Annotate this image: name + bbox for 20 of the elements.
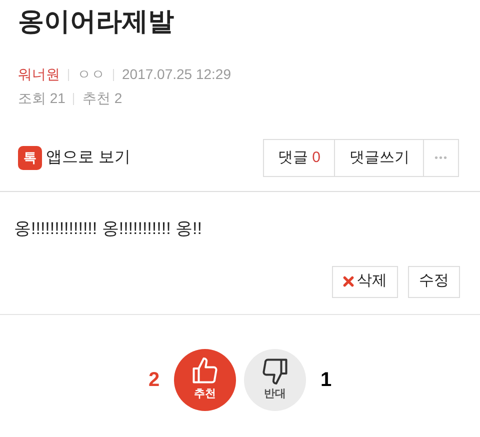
post-datetime: 2017.07.25 12:29 [122, 65, 231, 84]
vote-count: 2 [147, 368, 161, 392]
thumbs-down-icon [260, 356, 290, 386]
write-comment-button[interactable]: 댓글쓰기 [335, 140, 424, 176]
thumbs-up-icon [190, 356, 220, 386]
close-icon [343, 276, 354, 287]
comments-button[interactable]: 댓글 0 [264, 140, 336, 176]
nickname: ㅇㅇ [77, 65, 105, 84]
post-body: 옹!!!!!!!!!!!!!! 옹!!!!!!!!!!! 옹!! [14, 218, 203, 240]
app-icon[interactable]: 톡 [18, 146, 42, 170]
post-title: 옹이어라제발 [18, 5, 175, 38]
recommend-count: 추천 2 [82, 89, 122, 108]
downvote-button[interactable]: 반대 [244, 348, 306, 410]
delete-button[interactable]: 삭제 [332, 266, 398, 298]
author-name[interactable]: 워너원 [18, 64, 60, 85]
vote-count: 1 [319, 368, 333, 392]
upvote-button[interactable]: 추천 [174, 348, 236, 410]
app-view-link[interactable]: 앱으로 보기 [46, 146, 130, 170]
edit-button[interactable]: 수정 [408, 266, 460, 298]
view-count: 조회 21 [18, 89, 66, 108]
